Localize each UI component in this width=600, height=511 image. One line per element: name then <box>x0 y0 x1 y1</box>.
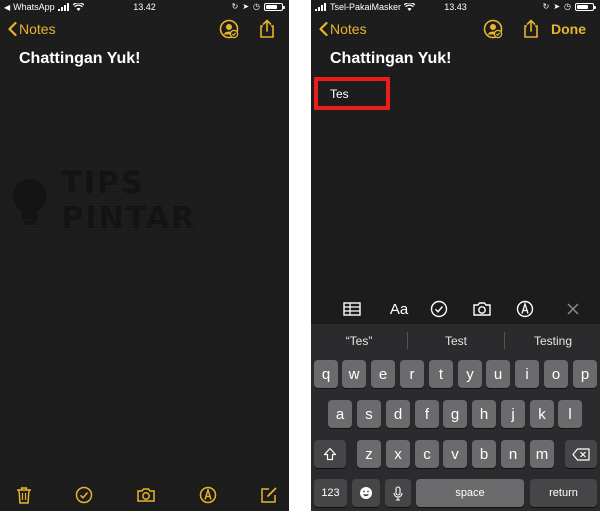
key-k[interactable]: k <box>530 400 554 428</box>
back-label: Notes <box>19 21 56 37</box>
key-b[interactable]: b <box>472 440 496 468</box>
key-f[interactable]: f <box>415 400 439 428</box>
key-h[interactable]: h <box>472 400 496 428</box>
chevron-left-icon <box>8 22 17 36</box>
status-bar: ◀ WhatsApp 13.42 ↻ ➤ ◷ <box>0 0 289 14</box>
key-t[interactable]: t <box>429 360 453 388</box>
share-icon[interactable] <box>256 18 278 40</box>
key-o[interactable]: o <box>544 360 568 388</box>
alarm-icon: ◷ <box>253 2 260 11</box>
back-label: Notes <box>330 21 367 37</box>
key-l[interactable]: l <box>558 400 582 428</box>
key-a[interactable]: a <box>328 400 352 428</box>
microphone-key[interactable] <box>385 479 411 507</box>
lock-rotation-icon: ↻ <box>231 2 239 11</box>
space-key[interactable]: space <box>416 479 524 507</box>
highlight-box <box>314 77 390 110</box>
key-p[interactable]: p <box>573 360 597 388</box>
suggestion-item[interactable]: Test <box>408 334 504 348</box>
back-button[interactable]: Notes <box>319 21 367 37</box>
watermark-text: TIPS PINTAR <box>61 166 197 236</box>
alarm-icon: ◷ <box>564 2 571 11</box>
navigation-bar: Notes <box>0 14 289 46</box>
phone-screen-left: ◀ WhatsApp 13.42 ↻ ➤ ◷ Notes Chattingan … <box>0 0 289 511</box>
markup-icon[interactable] <box>198 485 218 505</box>
location-icon: ➤ <box>553 2 561 11</box>
checklist-icon[interactable] <box>74 485 94 505</box>
watermark: TIPS PINTAR <box>8 166 289 236</box>
key-e[interactable]: e <box>371 360 395 388</box>
key-g[interactable]: g <box>443 400 467 428</box>
emoji-key[interactable] <box>352 479 380 507</box>
done-button[interactable]: Done <box>551 21 586 37</box>
key-r[interactable]: r <box>400 360 424 388</box>
key-s[interactable]: s <box>357 400 381 428</box>
share-icon[interactable] <box>520 18 542 40</box>
location-icon: ➤ <box>242 2 250 11</box>
keyboard: “Tes” Test Testing q w e r t y u i o p a… <box>311 324 600 511</box>
microphone-icon <box>393 485 403 501</box>
key-v[interactable]: v <box>443 440 467 468</box>
key-w[interactable]: w <box>342 360 366 388</box>
suggestion-bar: “Tes” Test Testing <box>311 324 600 355</box>
battery-icon <box>575 2 596 11</box>
key-d[interactable]: d <box>386 400 410 428</box>
key-i[interactable]: i <box>515 360 539 388</box>
status-bar: Tsel-PakaiMasker 13.43 ↻ ➤ ◷ <box>311 0 600 14</box>
battery-icon <box>264 2 285 11</box>
key-n[interactable]: n <box>501 440 525 468</box>
trash-icon[interactable] <box>14 485 34 505</box>
suggestion-item[interactable]: “Tes” <box>311 334 407 348</box>
camera-icon[interactable] <box>471 299 493 319</box>
chevron-left-icon <box>319 22 328 36</box>
navigation-bar: Notes Done <box>311 14 600 46</box>
emoji-icon <box>360 487 372 499</box>
key-c[interactable]: c <box>415 440 439 468</box>
formatting-toolbar: Aa <box>311 294 600 324</box>
back-button[interactable]: Notes <box>8 21 56 37</box>
shift-icon <box>323 447 337 461</box>
note-body-text[interactable]: Tes <box>330 87 349 101</box>
camera-icon[interactable] <box>136 485 156 505</box>
lightbulb-logo-icon <box>12 179 47 225</box>
key-u[interactable]: u <box>486 360 510 388</box>
suggestion-item[interactable]: Testing <box>505 334 600 348</box>
key-y[interactable]: y <box>458 360 482 388</box>
checklist-icon[interactable] <box>429 299 449 319</box>
backspace-icon <box>572 447 590 461</box>
share-person-icon[interactable] <box>218 18 240 40</box>
key-m[interactable]: m <box>530 440 554 468</box>
key-j[interactable]: j <box>501 400 525 428</box>
numbers-key[interactable]: 123 <box>314 479 347 507</box>
text-format-icon[interactable]: Aa <box>387 299 411 319</box>
note-title[interactable]: Chattingan Yuk! <box>19 50 141 68</box>
backspace-key[interactable] <box>565 440 597 468</box>
table-icon[interactable] <box>342 299 362 319</box>
markup-icon[interactable] <box>515 299 535 319</box>
key-z[interactable]: z <box>357 440 381 468</box>
key-x[interactable]: x <box>386 440 410 468</box>
phone-screen-right: Tsel-PakaiMasker 13.43 ↻ ➤ ◷ Notes Done … <box>311 0 600 511</box>
lock-rotation-icon: ↻ <box>542 2 550 11</box>
note-title[interactable]: Chattingan Yuk! <box>330 50 452 68</box>
bottom-toolbar <box>0 479 289 511</box>
close-icon[interactable] <box>563 299 583 319</box>
share-person-icon[interactable] <box>482 18 504 40</box>
key-q[interactable]: q <box>314 360 338 388</box>
compose-icon[interactable] <box>259 485 279 505</box>
shift-key[interactable] <box>314 440 346 468</box>
return-key[interactable]: return <box>530 479 597 507</box>
